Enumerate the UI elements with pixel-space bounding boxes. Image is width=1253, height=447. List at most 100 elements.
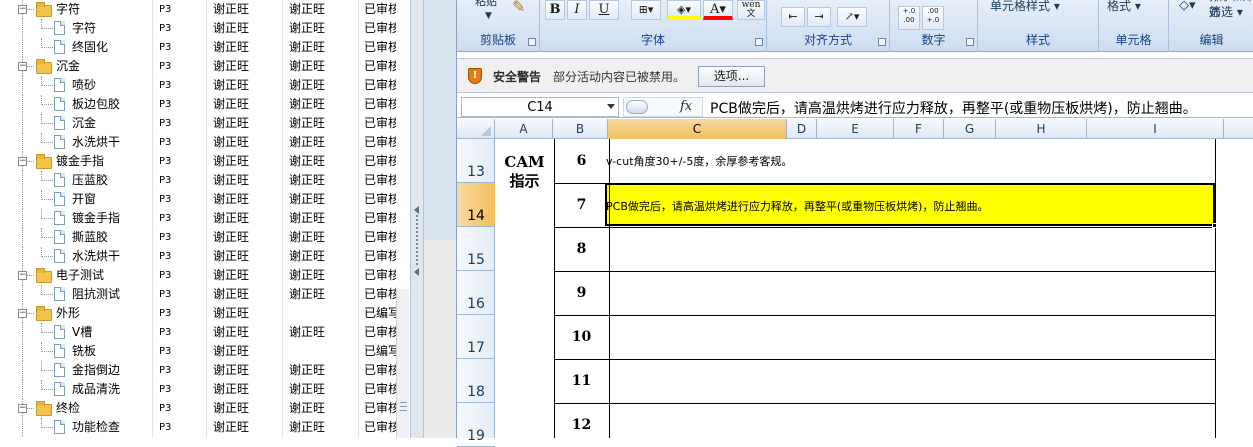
cell-b19[interactable]: 12 (554, 417, 609, 433)
cell-b16[interactable]: 9 (554, 285, 609, 301)
formula-bar-resize-handle[interactable] (626, 100, 648, 114)
clear-icon[interactable]: ◇▾ (1179, 0, 1196, 17)
cell-b17[interactable]: 10 (554, 329, 609, 345)
format-button[interactable]: 格式 ▾ (1107, 0, 1141, 17)
decrease-decimal-button[interactable]: .00 +.0 (922, 6, 944, 30)
tree-item-row[interactable]: 字符 P3 谢正旺 谢正旺 已审核 (0, 19, 410, 38)
document-icon (54, 344, 65, 358)
row-header-14[interactable]: 14 (457, 183, 495, 227)
alignment-launcher-icon[interactable] (878, 38, 886, 46)
ribbon: 粘贴 ▼ ✎ 剪贴板 B I U ⊞▾ ◈▾ A▾ wén 文 字体 ⇤ ⇥ ↗▾… (457, 0, 1253, 52)
tree-item-row[interactable]: 压蓝胶 P3 谢正旺 谢正旺 已审核 (0, 171, 410, 190)
borders-button[interactable]: ⊞▾ (631, 0, 661, 20)
tree-item-row[interactable]: 镀金手指 P3 谢正旺 谢正旺 已审核 (0, 209, 410, 228)
cell-b15[interactable]: 8 (554, 241, 609, 257)
tree-folder-row[interactable]: − 电子测试 P3 谢正旺 谢正旺 已审核 (0, 266, 410, 285)
increase-indent-button[interactable]: ⇥ (807, 7, 831, 27)
font-launcher-icon[interactable] (755, 38, 763, 46)
collapse-icon[interactable]: − (18, 404, 27, 413)
tree-connector-line (41, 28, 53, 29)
column-header-h[interactable]: H (996, 119, 1087, 139)
cell-b14[interactable]: 7 (554, 197, 609, 213)
column-header-a[interactable]: A (495, 119, 553, 139)
tree-item-row[interactable]: 沉金 P3 谢正旺 谢正旺 已审核 (0, 114, 410, 133)
tree-item-row[interactable]: 喷砂 P3 谢正旺 谢正旺 已审核 (0, 76, 410, 95)
tree-scrollbar[interactable] (396, 289, 409, 438)
row-header-19[interactable]: 19 (457, 403, 495, 447)
tree-item-row[interactable]: 水洗烘干 P3 谢正旺 谢正旺 已审核 (0, 133, 410, 152)
tree-item-row[interactable]: 成品清洗 P3 谢正旺 谢正旺 已审核 (0, 380, 410, 399)
column-header-b[interactable]: B (553, 119, 608, 139)
worksheet-grid[interactable]: CAM 指示 6 7 8 9 10 11 12 v-cut角度30+/-5度，余厚参考客规。… (495, 139, 1253, 438)
tree-item-label: 字符 (72, 21, 97, 35)
tree-connector-line (22, 19, 23, 38)
bold-button[interactable]: B (545, 0, 565, 20)
security-warning-bar: 安全警告 部分活动内容已被禁用。 选项... (457, 58, 1253, 93)
collapse-icon[interactable]: − (18, 157, 27, 166)
fill-color-button[interactable]: ◈▾ (667, 0, 701, 20)
tree-item-row[interactable]: 水洗烘干 P3 谢正旺 谢正旺 已审核 (0, 247, 410, 266)
clipboard-launcher-icon[interactable] (528, 38, 536, 46)
cell-b13[interactable]: 6 (554, 153, 609, 169)
collapse-icon[interactable]: − (18, 309, 27, 318)
column-header-e[interactable]: E (817, 119, 894, 139)
underline-button[interactable]: U (589, 0, 619, 20)
number-group: +.0 .00 .00 +.0 数字 (890, 0, 978, 52)
cell-c13[interactable]: v-cut角度30+/-5度，余厚参考客规。 (606, 153, 792, 169)
row-header-17[interactable]: 17 (457, 315, 495, 359)
document-icon (54, 230, 65, 244)
select-all-corner[interactable] (457, 119, 495, 139)
tree-item-row[interactable]: 终固化 P3 谢正旺 谢正旺 已审核 (0, 38, 410, 57)
column-header-i[interactable]: I (1087, 119, 1224, 139)
reviewer-name: 谢正旺 (289, 59, 326, 73)
format-painter-icon[interactable]: ✎ (512, 0, 525, 18)
number-launcher-icon[interactable] (966, 38, 974, 46)
insert-function-icon[interactable]: fx (680, 99, 692, 114)
phonetic-button[interactable]: wén 文 (737, 0, 765, 20)
font-color-button[interactable]: A▾ (703, 0, 733, 20)
increase-decimal-button[interactable]: +.0 .00 (898, 6, 920, 30)
column-header-f[interactable]: F (894, 119, 944, 139)
row-header-15[interactable]: 15 (457, 227, 495, 271)
cells-group: 格式 ▾ 单元格 (1099, 0, 1169, 52)
collapse-icon[interactable]: − (18, 62, 27, 71)
fill-handle[interactable] (1212, 223, 1217, 228)
collapse-icon[interactable]: − (18, 5, 27, 14)
tree-folder-row[interactable]: − 沉金 P3 谢正旺 谢正旺 已审核 (0, 57, 410, 76)
cell-c14[interactable]: PCB做完后，请高温烘烤进行应力释放，再整平(或重物压板烘烤)，防止翘曲。 (606, 198, 988, 214)
pane-splitter[interactable] (410, 0, 424, 438)
row-header-18[interactable]: 18 (457, 359, 495, 403)
italic-button[interactable]: I (567, 0, 587, 20)
paste-dropdown-icon[interactable]: ▼ (485, 5, 492, 27)
filter-button[interactable]: 筛选 ▾ (1209, 4, 1243, 26)
tree-folder-row[interactable]: − 外形 P3 谢正旺 已编写 (0, 304, 410, 323)
tree-item-row[interactable]: 撕蓝胶 P3 谢正旺 谢正旺 已审核 (0, 228, 410, 247)
column-header-c[interactable]: C (608, 119, 787, 139)
tree-item-row[interactable]: 开窗 P3 谢正旺 谢正旺 已审核 (0, 190, 410, 209)
tree-item-row[interactable]: 板边包胶 P3 谢正旺 谢正旺 已审核 (0, 95, 410, 114)
column-header-d[interactable]: D (787, 119, 817, 139)
tree-item-row[interactable]: V槽 P3 谢正旺 谢正旺 已审核 (0, 323, 410, 342)
formula-input[interactable]: PCB做完后，请高温烘烤进行应力释放，再整平(或重物压板烘烤)，防止翘曲。 (710, 98, 1197, 118)
tree-folder-row[interactable]: − 终检 P3 谢正旺 谢正旺 已审核 (0, 399, 410, 418)
tree-item-row[interactable]: 功能检查 P3 谢正旺 谢正旺 已审核 (0, 418, 410, 437)
tree-folder-row[interactable]: − 镀金手指 P3 谢正旺 谢正旺 已审核 (0, 152, 410, 171)
row-header-16[interactable]: 16 (457, 271, 495, 315)
collapse-left-arrow-icon[interactable] (414, 206, 419, 214)
column-header-g[interactable]: G (944, 119, 996, 139)
collapse-icon[interactable]: − (18, 271, 27, 280)
author-name: 谢正旺 (213, 382, 250, 396)
tree-item-row[interactable]: 铣板 P3 谢正旺 已编写 (0, 342, 410, 361)
row-header-13[interactable]: 13 (457, 139, 495, 183)
tree-folder-row[interactable]: − 字符 P3 谢正旺 谢正旺 已审核 (0, 0, 410, 19)
cell-styles-button[interactable]: 单元格样式 ▾ (990, 0, 1060, 17)
tree-item-row[interactable]: 阻抗测试 P3 谢正旺 谢正旺 已审核 (0, 285, 410, 304)
orientation-button[interactable]: ↗▾ (837, 7, 867, 27)
decrease-indent-button[interactable]: ⇤ (781, 7, 805, 27)
name-box[interactable]: C14 (461, 97, 619, 117)
name-box-dropdown-icon[interactable] (607, 104, 615, 109)
tree-item-row[interactable]: 金指倒边 P3 谢正旺 谢正旺 已审核 (0, 361, 410, 380)
cell-b18[interactable]: 11 (554, 373, 609, 389)
security-options-button[interactable]: 选项... (698, 66, 765, 87)
collapse-left-arrow-icon[interactable] (414, 268, 419, 276)
